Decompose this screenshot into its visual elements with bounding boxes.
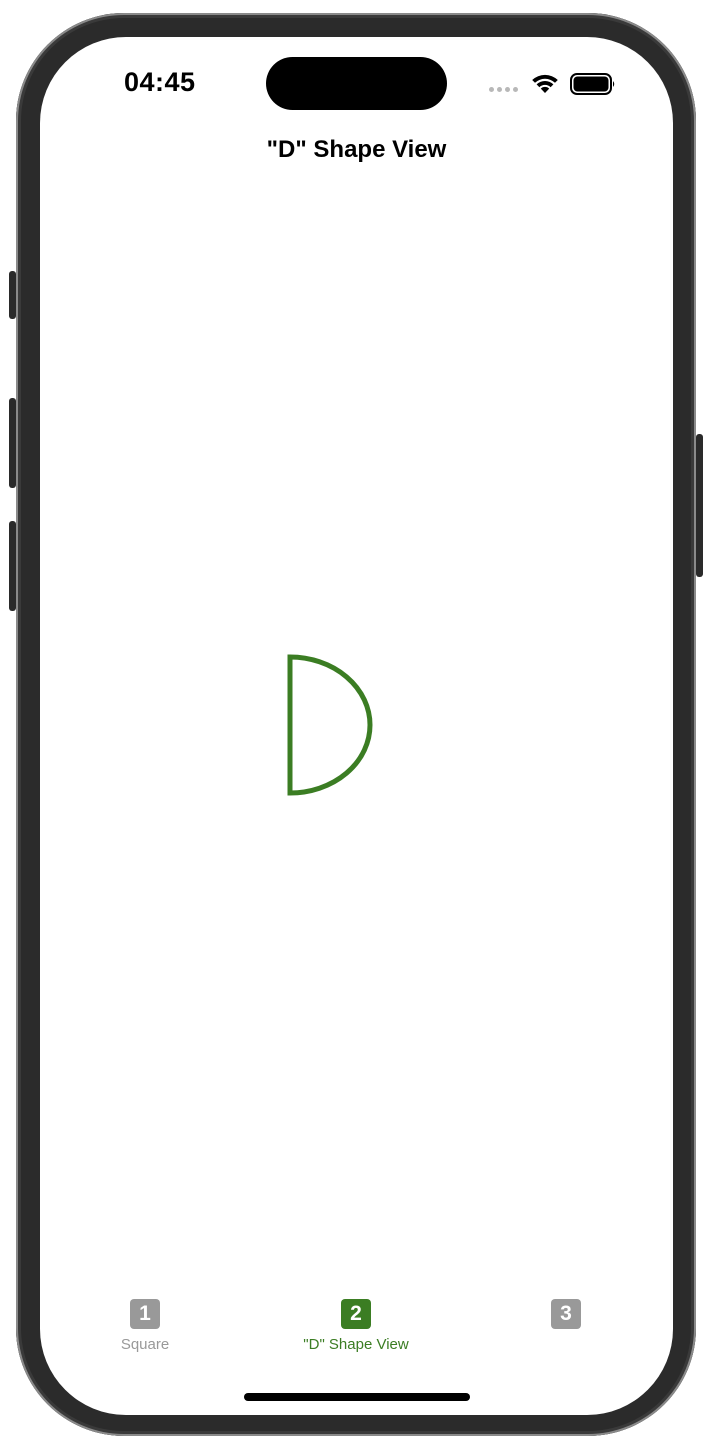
tab-bar: 1 Square 2 "D" Shape View 3 <box>40 1299 673 1369</box>
home-indicator[interactable] <box>244 1393 470 1401</box>
wifi-icon <box>532 74 558 93</box>
cellular-signal-icon <box>489 87 518 92</box>
dynamic-island <box>266 57 447 110</box>
tab-icon-1: 1 <box>130 1299 160 1329</box>
tab-label-square: Square <box>120 1336 170 1353</box>
navigation-title: "D" Shape View <box>266 136 447 163</box>
d-shape <box>287 654 373 796</box>
volume-up-button <box>9 398 16 488</box>
tab-3[interactable]: 3 <box>466 1299 666 1336</box>
volume-down-button <box>9 521 16 611</box>
tab-label-d-shape-view: "D" Shape View <box>303 1336 409 1353</box>
status-time: 04:45 <box>124 67 196 97</box>
tab-icon-3: 3 <box>551 1299 581 1329</box>
power-button <box>696 434 703 577</box>
tab-d-shape-view[interactable]: 2 "D" Shape View <box>256 1299 456 1354</box>
tab-icon-2: 2 <box>341 1299 371 1329</box>
battery-icon <box>570 73 615 95</box>
screen: 04:45 "D" Shape View 1 Square 2 "D" Shap… <box>40 37 673 1415</box>
action-button <box>9 271 16 319</box>
tab-square[interactable]: 1 Square <box>45 1299 245 1354</box>
